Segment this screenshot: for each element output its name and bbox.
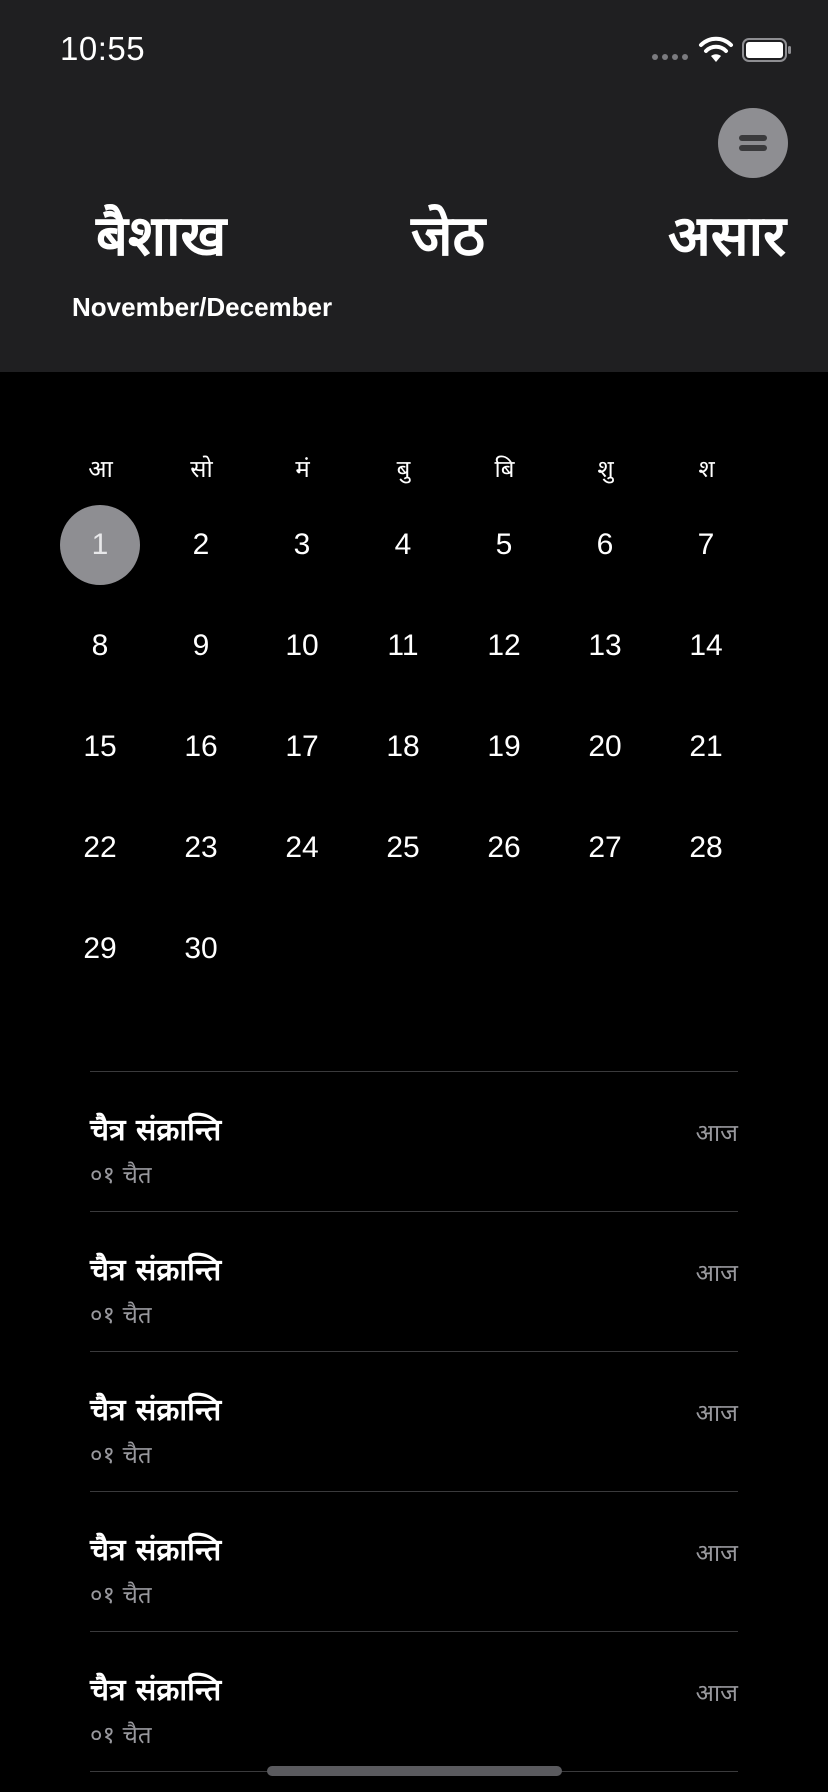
calendar-day[interactable]: 4 [363,505,443,585]
calendar-day[interactable]: 9 [161,606,241,686]
month-tab-asar[interactable]: असार [668,196,786,272]
event-item[interactable]: चैत्र संक्रान्ति ०१ चैत आज [90,1351,738,1491]
calendar-day[interactable]: 17 [262,707,342,787]
signal-dots-icon [652,54,688,60]
event-title: चैत्र संक्रान्ति [90,1253,222,1288]
event-date: ०१ चैत [90,1161,152,1189]
calendar-day-selected[interactable]: 1 [60,505,140,585]
event-date: ०१ चैत [90,1441,152,1469]
event-when: आज [695,1119,738,1147]
calendar-day[interactable]: 11 [363,606,443,686]
calendar-day[interactable]: 14 [666,606,746,686]
event-when: आज [695,1679,738,1707]
weekday-header: आ सो मं बु बि शु श [50,452,758,492]
calendar-day[interactable]: 10 [262,606,342,686]
event-list: चैत्र संक्रान्ति ०१ चैत आज चैत्र संक्रान… [90,1071,738,1772]
home-indicator[interactable] [267,1766,562,1776]
event-when: आज [695,1399,738,1427]
calendar-day[interactable]: 7 [666,505,746,585]
event-title: चैत्र संक्रान्ति [90,1393,222,1428]
status-time: 10:55 [60,30,146,67]
calendar-day[interactable]: 23 [161,808,241,888]
calendar-day[interactable]: 12 [464,606,544,686]
calendar-day[interactable]: 15 [60,707,140,787]
event-item[interactable]: चैत्र संक्रान्ति ०१ चैत आज [90,1491,738,1631]
weekday-label: सो [190,455,213,483]
menu-icon [739,135,767,151]
calendar-day[interactable]: 29 [60,909,140,989]
event-title: चैत्र संक्रान्ति [90,1113,222,1148]
month-tab-jeth[interactable]: जेठ [411,196,485,272]
calendar-day[interactable]: 28 [666,808,746,888]
calendar-day[interactable]: 20 [565,707,645,787]
calendar-day[interactable]: 27 [565,808,645,888]
weekday-label: बु [396,455,411,483]
menu-button[interactable] [718,108,788,178]
calendar-day[interactable]: 16 [161,707,241,787]
event-date: ०१ चैत [90,1581,152,1609]
gregorian-months: November/December [72,292,333,322]
weekday-label: मं [295,455,310,483]
calendar-day[interactable]: 30 [161,909,241,989]
calendar-day[interactable]: 24 [262,808,342,888]
weekday-label: बि [494,455,515,483]
wifi-icon [699,36,733,62]
calendar-day[interactable]: 3 [262,505,342,585]
battery-icon [742,38,791,62]
weekday-label: श [698,455,715,483]
weekday-label: आ [88,455,113,483]
event-date: ०१ चैत [90,1301,152,1329]
event-date: ०१ चैत [90,1721,152,1749]
event-item[interactable]: चैत्र संक्रान्ति ०१ चैत आज [90,1631,738,1772]
event-when: आज [695,1259,738,1287]
weekday-label: शु [597,455,614,483]
calendar-day[interactable]: 6 [565,505,645,585]
event-item[interactable]: चैत्र संक्रान्ति ०१ चैत आज [90,1071,738,1211]
month-tab-baishakh[interactable]: बैशाख [96,196,226,272]
calendar-day[interactable]: 13 [565,606,645,686]
calendar-day[interactable]: 2 [161,505,241,585]
calendar-day[interactable]: 22 [60,808,140,888]
event-title: चैत्र संक्रान्ति [90,1533,222,1568]
calendar-day[interactable]: 8 [60,606,140,686]
calendar-day[interactable]: 26 [464,808,544,888]
event-when: आज [695,1539,738,1567]
calendar-day[interactable]: 5 [464,505,544,585]
header: 10:55 बैशाख जेठ असार November/December [0,0,828,372]
calendar-day[interactable]: 18 [363,707,443,787]
calendar-day[interactable]: 21 [666,707,746,787]
event-item[interactable]: चैत्र संक्रान्ति ०१ चैत आज [90,1211,738,1351]
event-title: चैत्र संक्रान्ति [90,1673,222,1708]
calendar-day[interactable]: 19 [464,707,544,787]
calendar-day[interactable]: 25 [363,808,443,888]
